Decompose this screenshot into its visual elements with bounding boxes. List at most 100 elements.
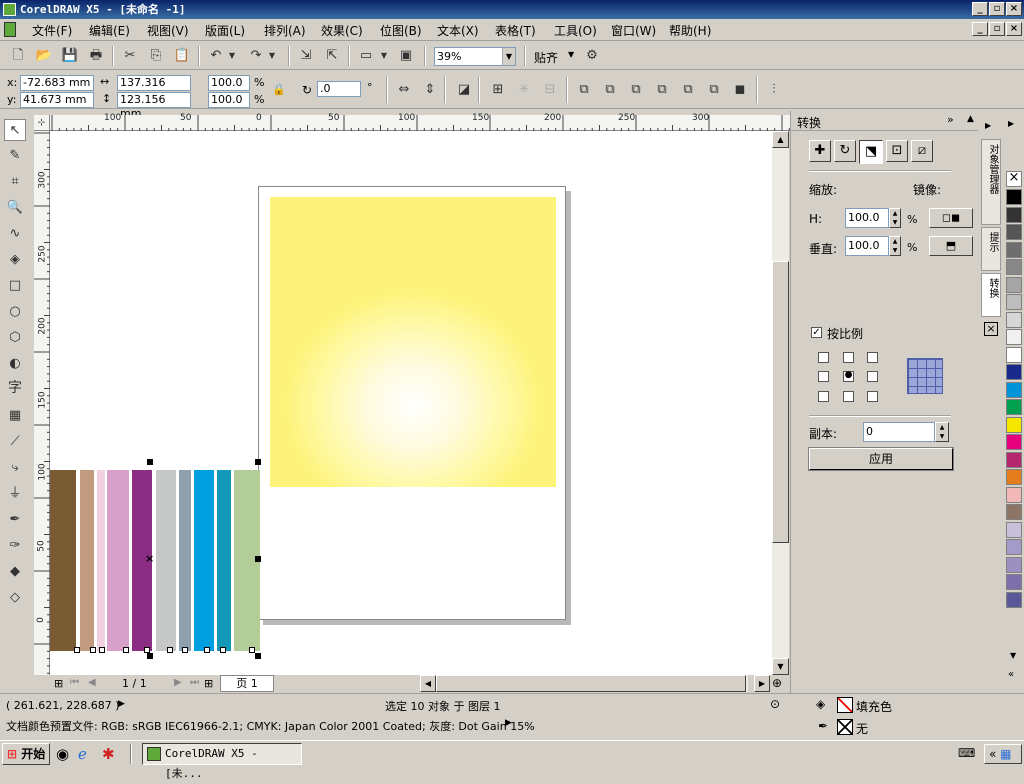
new-icon[interactable]: 🗋: [8, 46, 28, 66]
position-mode-icon[interactable]: ✚: [809, 140, 831, 162]
navigator-icon[interactable]: ⊕: [772, 676, 782, 690]
trim-icon[interactable]: ⧉: [600, 80, 620, 100]
doc-close-button[interactable]: ×: [1006, 22, 1022, 36]
palette-swatch[interactable]: [1006, 189, 1022, 205]
selection-handle[interactable]: [255, 459, 261, 465]
scale-mirror-mode-icon[interactable]: ⬔: [859, 140, 883, 164]
menu-bitmaps[interactable]: 位图(B): [380, 22, 422, 39]
front-minus-back-icon[interactable]: ⧉: [678, 80, 698, 100]
text-tool-icon[interactable]: 字: [4, 377, 26, 399]
mirror-vertical-button[interactable]: ⬒: [929, 236, 973, 256]
tab-close-icon[interactable]: ×: [984, 322, 998, 336]
profile-expand-icon[interactable]: ▶: [505, 718, 512, 728]
copies-field[interactable]: 0: [863, 422, 935, 442]
palette-swatch[interactable]: [1006, 259, 1022, 275]
redo-icon[interactable]: ↷: [246, 46, 266, 66]
palette-swatch[interactable]: [1006, 276, 1022, 293]
anchor-middle-left[interactable]: [818, 371, 829, 382]
next-page-icon[interactable]: ▶: [174, 677, 182, 688]
add-page-icon[interactable]: ⊞: [54, 677, 63, 690]
palette-swatch[interactable]: [1006, 364, 1022, 380]
prev-page-icon[interactable]: ◀: [88, 677, 96, 688]
no-color-swatch[interactable]: ×: [1006, 171, 1022, 187]
tab-hints[interactable]: 提示: [981, 227, 1001, 271]
blend-tool-icon[interactable]: ⏚: [4, 483, 26, 505]
export-icon[interactable]: ⇱: [322, 46, 342, 66]
mirror-horizontal-button[interactable]: ◻◼: [929, 208, 973, 228]
tab-object-manager[interactable]: 对象管理器: [981, 139, 1001, 225]
anchor-top-right[interactable]: [867, 352, 878, 363]
palette-swatch[interactable]: [1006, 539, 1022, 555]
palette-scroll-down-icon[interactable]: ▼: [1010, 651, 1016, 660]
scale-height-field[interactable]: 100.0: [208, 92, 250, 108]
anchor-bottom-left[interactable]: [818, 391, 829, 402]
y-position-field[interactable]: 41.673 mm: [20, 92, 94, 108]
menu-edit[interactable]: 编辑(E): [89, 22, 130, 39]
basic-shapes-tool-icon[interactable]: ◐: [4, 353, 26, 375]
palette-swatch[interactable]: [1006, 574, 1022, 590]
interactive-fill-tool-icon[interactable]: ◇: [4, 587, 26, 609]
mirror-vertical-icon[interactable]: ⇕: [420, 80, 440, 100]
palette-menu-icon[interactable]: «: [1008, 669, 1014, 680]
drawing-canvas[interactable]: ×: [50, 131, 772, 675]
apply-button[interactable]: 应用: [808, 447, 954, 471]
app-quicklaunch-icon[interactable]: ✱: [102, 745, 115, 763]
doc-minimize-button[interactable]: _: [972, 22, 988, 36]
align-distribute-icon[interactable]: ⫶: [764, 80, 784, 100]
intersect-icon[interactable]: ⧉: [626, 80, 646, 100]
color-bar[interactable]: [179, 470, 191, 651]
horizontal-ruler[interactable]: 100 50 0 50 100 150 200 250 300: [50, 113, 790, 131]
welcome-screen-icon[interactable]: ▣: [396, 46, 416, 66]
anchor-top-left[interactable]: [818, 352, 829, 363]
palette-swatch[interactable]: [1006, 399, 1022, 415]
expand-icon[interactable]: »: [947, 113, 954, 126]
options-icon[interactable]: ⚙: [582, 46, 602, 66]
ruler-origin-icon[interactable]: ⊹: [34, 115, 50, 131]
paste-icon[interactable]: 📋: [172, 46, 192, 66]
launcher-dropdown-icon[interactable]: ▼: [378, 46, 390, 66]
anchor-middle-right[interactable]: [867, 371, 878, 382]
scroll-up-icon[interactable]: ▲: [772, 131, 789, 148]
v-scale-field[interactable]: 100.0: [845, 236, 889, 256]
menu-table[interactable]: 表格(T): [495, 22, 536, 39]
add-page-after-icon[interactable]: ⊞: [204, 677, 213, 690]
snapshot-icon[interactable]: ⊙: [770, 697, 780, 711]
color-bar[interactable]: [217, 470, 231, 651]
open-icon[interactable]: 📂: [34, 46, 54, 66]
color-bar[interactable]: [80, 470, 94, 651]
palette-scroll-up-icon[interactable]: ▶: [1008, 119, 1014, 128]
crop-tool-icon[interactable]: ⌗: [4, 171, 26, 193]
h-spinner-icon[interactable]: ▲ ▼: [889, 208, 901, 228]
width-field[interactable]: 137.316 mm: [117, 75, 191, 103]
snap-dropdown-icon[interactable]: ▼: [568, 50, 574, 59]
menu-help[interactable]: 帮助(H): [669, 22, 711, 39]
palette-swatch[interactable]: [1006, 486, 1022, 503]
cut-icon[interactable]: ✂: [120, 46, 140, 66]
palette-swatch[interactable]: [1006, 206, 1022, 223]
combine-icon[interactable]: ⊟: [540, 80, 560, 100]
palette-swatch[interactable]: [1006, 241, 1022, 258]
anchor-bottom-right[interactable]: [867, 391, 878, 402]
anchor-bottom-center[interactable]: [843, 391, 854, 402]
close-button[interactable]: ×: [1006, 2, 1022, 16]
simplify-icon[interactable]: ⧉: [652, 80, 672, 100]
shape-tool-icon[interactable]: ✎: [4, 145, 26, 167]
undo-dropdown-icon[interactable]: ▼: [226, 46, 238, 66]
last-page-icon[interactable]: ⏭: [190, 677, 199, 688]
color-bar[interactable]: [107, 470, 129, 651]
palette-swatch[interactable]: [1006, 381, 1022, 398]
menu-effects[interactable]: 效果(C): [321, 22, 363, 39]
scroll-down-icon[interactable]: ▼: [772, 658, 789, 675]
keyboard-icon[interactable]: ⌨: [958, 746, 975, 760]
import-icon[interactable]: ⇲: [296, 46, 316, 66]
menu-window[interactable]: 窗口(W): [611, 22, 656, 39]
copies-spinner-icon[interactable]: ▲ ▼: [935, 422, 949, 442]
color-bar[interactable]: [156, 470, 176, 651]
lock-ratio-icon[interactable]: 🔒: [272, 83, 286, 96]
polygon-tool-icon[interactable]: ⬡: [4, 327, 26, 349]
rectangle-tool-icon[interactable]: □: [4, 275, 26, 297]
menu-file[interactable]: 文件(F): [32, 22, 72, 39]
tab-transform[interactable]: 转换: [981, 273, 1001, 317]
menu-tools[interactable]: 工具(O): [554, 22, 597, 39]
anchor-top-center[interactable]: [843, 352, 854, 363]
